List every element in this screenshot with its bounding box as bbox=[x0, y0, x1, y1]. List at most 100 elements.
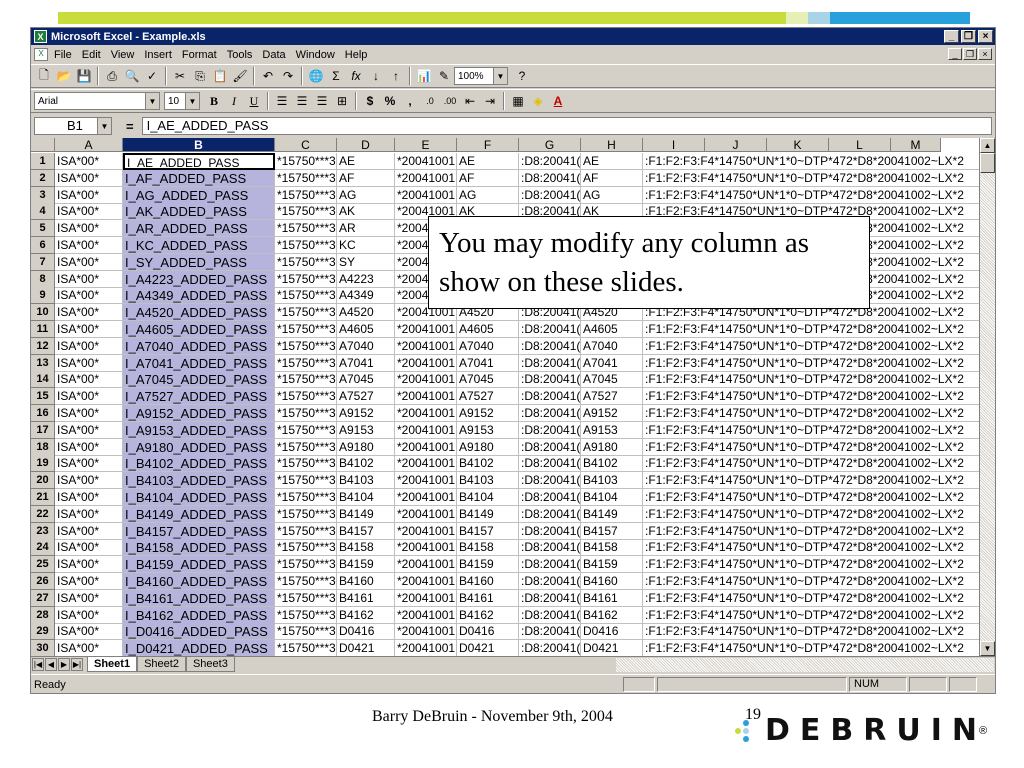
cell-b3[interactable]: I_AG_ADDED_PASS bbox=[123, 186, 275, 204]
cell-b19[interactable]: I_B4102_ADDED_PASS bbox=[123, 455, 275, 473]
cell-d26[interactable]: B4160 bbox=[337, 573, 395, 590]
cell-d3[interactable]: AG bbox=[337, 186, 395, 204]
bold-icon[interactable]: B bbox=[204, 92, 224, 110]
cell-h20[interactable]: B4103 bbox=[581, 472, 643, 490]
cell-a14[interactable]: ISA*00* bbox=[55, 371, 123, 389]
cell-e22[interactable]: *20041001 bbox=[395, 505, 457, 523]
row-header[interactable]: 6 bbox=[31, 237, 55, 254]
font-name-select[interactable]: Arial ▼ bbox=[34, 92, 160, 110]
cell-f11[interactable]: A4605 bbox=[457, 321, 519, 338]
cell-a23[interactable]: ISA*00* bbox=[55, 522, 123, 540]
cell-g11[interactable]: :D8:20041( bbox=[519, 321, 581, 338]
cell-d11[interactable]: A4605 bbox=[337, 321, 395, 338]
cell-c17[interactable]: *15750***3 bbox=[275, 421, 337, 439]
cell-b7[interactable]: I_SY_ADDED_PASS bbox=[123, 253, 275, 271]
cell-a28[interactable]: ISA*00* bbox=[55, 606, 123, 624]
menu-tools[interactable]: Tools bbox=[227, 49, 253, 61]
column-header-m[interactable]: M bbox=[891, 138, 941, 152]
cell-f12[interactable]: A7040 bbox=[457, 337, 519, 355]
cell-i21[interactable]: :F1:F2:F3:F4*14750*UN*1*0~DTP*472*D8*200… bbox=[643, 489, 979, 506]
cell-d27[interactable]: B4161 bbox=[337, 589, 395, 607]
cell-i15[interactable]: :F1:F2:F3:F4*14750*UN*1*0~DTP*472*D8*200… bbox=[643, 388, 979, 406]
row-header[interactable]: 13 bbox=[31, 354, 55, 372]
cell-h11[interactable]: A4605 bbox=[581, 321, 643, 338]
tab-sheet3[interactable]: Sheet3 bbox=[185, 657, 235, 672]
decrease-decimal-icon[interactable]: .00 bbox=[440, 92, 460, 110]
restore-button[interactable]: ❐ bbox=[961, 30, 976, 43]
cell-e2[interactable]: *20041001 bbox=[395, 169, 457, 187]
cell-i25[interactable]: :F1:F2:F3:F4*14750*UN*1*0~DTP*472*D8*200… bbox=[643, 556, 979, 574]
cell-g30[interactable]: :D8:20041( bbox=[519, 640, 581, 656]
cell-f21[interactable]: B4104 bbox=[457, 489, 519, 506]
cell-i29[interactable]: :F1:F2:F3:F4*14750*UN*1*0~DTP*472*D8*200… bbox=[643, 623, 979, 641]
row-header[interactable]: 22 bbox=[31, 505, 55, 523]
cell-b8[interactable]: I_A4223_ADDED_PASS bbox=[123, 270, 275, 288]
cell-e3[interactable]: *20041001 bbox=[395, 186, 457, 204]
row-header[interactable]: 26 bbox=[31, 573, 55, 590]
column-header-e[interactable]: E bbox=[395, 138, 457, 152]
align-left-icon[interactable]: ☰ bbox=[272, 92, 292, 110]
cell-c26[interactable]: *15750***3 bbox=[275, 573, 337, 590]
menu-format[interactable]: Format bbox=[182, 49, 217, 61]
cell-a18[interactable]: ISA*00* bbox=[55, 438, 123, 456]
drawing-icon[interactable]: ✎ bbox=[434, 67, 454, 85]
cell-i2[interactable]: :F1:F2:F3:F4*14750*UN*1*0~DTP*472*D8*200… bbox=[643, 170, 979, 187]
cell-c1[interactable]: *15750***3 bbox=[275, 153, 337, 170]
tab-sheet1[interactable]: Sheet1 bbox=[87, 657, 138, 672]
cell-f16[interactable]: A9152 bbox=[457, 405, 519, 422]
cell-h18[interactable]: A9180 bbox=[581, 438, 643, 456]
close-button[interactable]: × bbox=[978, 30, 993, 43]
cell-d9[interactable]: A4349 bbox=[337, 287, 395, 305]
column-header-g[interactable]: G bbox=[519, 138, 581, 152]
currency-icon[interactable]: $ bbox=[360, 92, 380, 110]
cell-a5[interactable]: ISA*00* bbox=[55, 220, 123, 238]
cell-c19[interactable]: *15750***3 bbox=[275, 455, 337, 473]
cell-i26[interactable]: :F1:F2:F3:F4*14750*UN*1*0~DTP*472*D8*200… bbox=[643, 573, 979, 590]
cell-f23[interactable]: B4157 bbox=[457, 522, 519, 540]
column-header-l[interactable]: L bbox=[829, 138, 891, 152]
chart-wizard-icon[interactable]: 📊 bbox=[414, 67, 434, 85]
cell-c10[interactable]: *15750***3 bbox=[275, 304, 337, 322]
column-header-h[interactable]: H bbox=[581, 138, 643, 152]
cell-i24[interactable]: :F1:F2:F3:F4*14750*UN*1*0~DTP*472*D8*200… bbox=[643, 539, 979, 557]
cell-h2[interactable]: AF bbox=[581, 169, 643, 187]
cell-g16[interactable]: :D8:20041( bbox=[519, 405, 581, 422]
cell-b16[interactable]: I_A9152_ADDED_PASS bbox=[123, 405, 275, 422]
cell-c6[interactable]: *15750***3 bbox=[275, 237, 337, 254]
font-color-icon[interactable]: A bbox=[548, 92, 568, 110]
row-header[interactable]: 7 bbox=[31, 253, 55, 271]
cell-e20[interactable]: *20041001 bbox=[395, 472, 457, 490]
row-header[interactable]: 25 bbox=[31, 556, 55, 574]
cell-g12[interactable]: :D8:20041( bbox=[519, 337, 581, 355]
cell-d18[interactable]: A9180 bbox=[337, 438, 395, 456]
cell-b18[interactable]: I_A9180_ADDED_PASS bbox=[123, 438, 275, 456]
cell-e27[interactable]: *20041001 bbox=[395, 589, 457, 607]
cell-h21[interactable]: B4104 bbox=[581, 489, 643, 506]
cell-b25[interactable]: I_B4159_ADDED_PASS bbox=[123, 556, 275, 574]
cell-e19[interactable]: *20041001 bbox=[395, 455, 457, 473]
cell-g22[interactable]: :D8:20041( bbox=[519, 505, 581, 523]
cell-h19[interactable]: B4102 bbox=[581, 455, 643, 473]
menu-data[interactable]: Data bbox=[262, 49, 285, 61]
function-icon[interactable]: fx bbox=[346, 67, 366, 85]
cell-g21[interactable]: :D8:20041( bbox=[519, 489, 581, 506]
cell-a22[interactable]: ISA*00* bbox=[55, 505, 123, 523]
cell-d21[interactable]: B4104 bbox=[337, 489, 395, 506]
cell-a6[interactable]: ISA*00* bbox=[55, 237, 123, 254]
cell-d13[interactable]: A7041 bbox=[337, 354, 395, 372]
font-size-select[interactable]: 10 ▼ bbox=[164, 92, 200, 110]
row-header[interactable]: 8 bbox=[31, 270, 55, 288]
cell-e17[interactable]: *20041001 bbox=[395, 421, 457, 439]
cell-b15[interactable]: I_A7527_ADDED_PASS bbox=[123, 388, 275, 406]
cell-e18[interactable]: *20041001 bbox=[395, 438, 457, 456]
cell-h26[interactable]: B4160 bbox=[581, 573, 643, 590]
column-header-f[interactable]: F bbox=[457, 138, 519, 152]
name-box[interactable]: B1 ▼ bbox=[34, 117, 112, 135]
paste-icon[interactable]: 📋 bbox=[210, 67, 230, 85]
cell-d2[interactable]: AF bbox=[337, 169, 395, 187]
cell-a16[interactable]: ISA*00* bbox=[55, 405, 123, 422]
cell-f24[interactable]: B4158 bbox=[457, 539, 519, 557]
cell-i28[interactable]: :F1:F2:F3:F4*14750*UN*1*0~DTP*472*D8*200… bbox=[643, 607, 979, 624]
cell-b10[interactable]: I_A4520_ADDED_PASS bbox=[123, 304, 275, 322]
increase-decimal-icon[interactable]: .0 bbox=[420, 92, 440, 110]
